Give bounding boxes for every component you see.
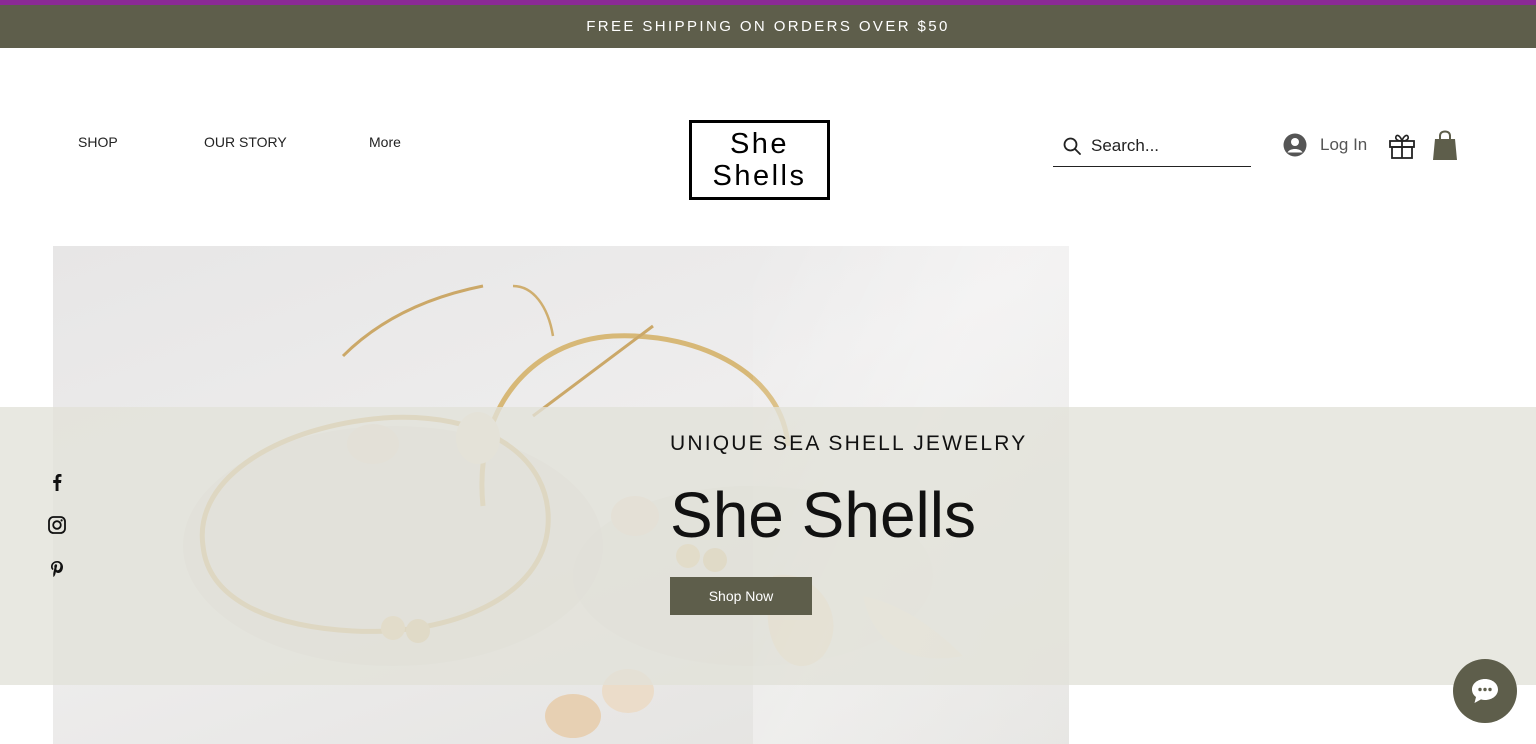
search-bar[interactable]: [1053, 126, 1251, 167]
pinterest-icon: [51, 561, 63, 577]
nav-item-shop[interactable]: SHOP: [78, 134, 118, 150]
search-input[interactable]: [1091, 136, 1241, 156]
nav-item-more[interactable]: More: [369, 134, 401, 150]
login-button[interactable]: Log In: [1283, 132, 1367, 158]
promo-text: FREE SHIPPING ON ORDERS OVER $50: [586, 18, 950, 35]
chat-button[interactable]: [1453, 659, 1517, 723]
gift-card-button[interactable]: [1388, 132, 1416, 165]
facebook-link[interactable]: [47, 472, 67, 492]
instagram-icon: [48, 516, 66, 534]
logo-line-2: Shells: [712, 160, 807, 192]
shop-now-button[interactable]: Shop Now: [670, 577, 812, 615]
hero-title: She Shells: [670, 479, 976, 551]
site-logo[interactable]: She Shells: [689, 120, 830, 200]
gift-icon: [1389, 134, 1415, 159]
avatar-icon: [1283, 133, 1307, 157]
shopping-bag-icon: [1433, 130, 1457, 160]
chat-icon: [1472, 679, 1498, 703]
pinterest-link[interactable]: [47, 559, 67, 579]
promo-banner: FREE SHIPPING ON ORDERS OVER $50: [0, 5, 1536, 48]
search-icon: [1063, 137, 1081, 155]
facebook-icon: [53, 474, 62, 491]
hero-band-right: [1069, 407, 1536, 685]
login-label: Log In: [1320, 135, 1368, 154]
instagram-link[interactable]: [47, 515, 67, 535]
logo-line-1: She: [729, 128, 790, 160]
hero-subtitle: UNIQUE SEA SHELL JEWELRY: [670, 432, 1028, 455]
nav-item-our-story[interactable]: OUR STORY: [204, 134, 287, 150]
cart-button[interactable]: [1432, 130, 1458, 167]
